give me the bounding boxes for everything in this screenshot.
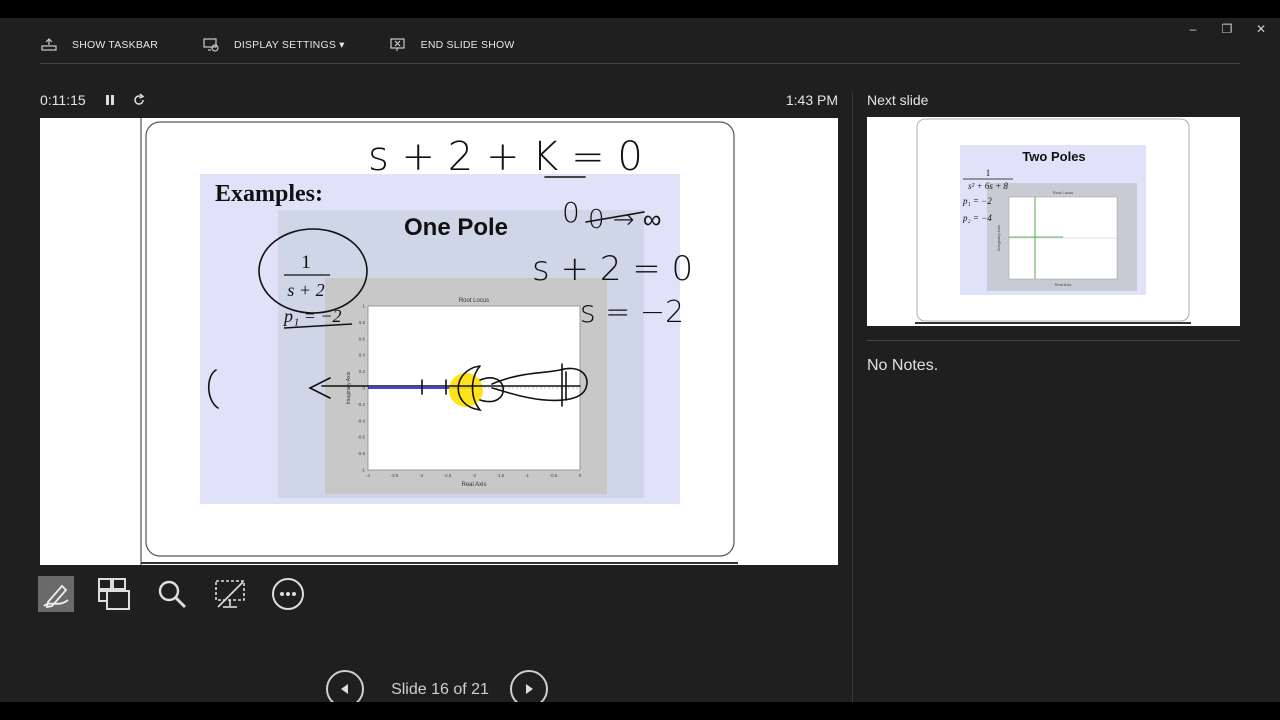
ink-k-denominator: 0 (562, 196, 580, 229)
plot-ylabel: Imaginary Axis (346, 371, 352, 404)
x-tick-label: -1.5 (497, 473, 505, 478)
elapsed-timer: 0:11:15 (40, 92, 86, 108)
x-tick-label: -0.5 (550, 473, 558, 478)
presenter-toolbar: SHOW TASKBAR DISPLAY SETTINGS ▾ END SLID… (40, 36, 558, 54)
restart-icon (134, 93, 145, 105)
next-plot-xlabel: Real Axis (1055, 282, 1072, 287)
display-settings-icon (203, 38, 219, 52)
slide-heading: Examples: (215, 181, 323, 207)
y-tick-label: -0.8 (357, 451, 365, 456)
more-options-button[interactable] (270, 576, 306, 612)
y-tick-label: -0.4 (357, 418, 365, 423)
close-button[interactable]: ✕ (1244, 22, 1278, 36)
previous-arrow-icon (341, 684, 348, 694)
slide-subtitle: One Pole (404, 214, 508, 241)
next-arrow-icon (526, 684, 533, 694)
next-tf-denominator: s² + 6s + 8 (968, 181, 1008, 191)
y-tick-label: 0.4 (359, 353, 366, 358)
toolbar-divider (40, 63, 1240, 64)
see-all-slides-icon (98, 578, 130, 610)
notes-divider (867, 340, 1240, 341)
show-taskbar-button[interactable]: SHOW TASKBAR (40, 38, 158, 52)
see-all-slides-button[interactable] (96, 576, 132, 612)
next-pole-1: p₁ = −2 (962, 196, 992, 206)
end-slide-show-label: END SLIDE SHOW (420, 39, 515, 51)
zoom-icon (158, 580, 187, 609)
current-time: 1:43 PM (785, 92, 838, 108)
next-tf-numerator: 1 (986, 168, 991, 178)
pen-tool-icon (43, 584, 69, 609)
end-slide-show-button[interactable]: END SLIDE SHOW (389, 38, 515, 52)
next-slide-label: Next slide (867, 92, 929, 108)
black-screen-icon (215, 580, 245, 608)
ink-equation-3: s = −2 (580, 295, 684, 330)
zoom-button[interactable] (154, 576, 190, 612)
pane-divider (852, 92, 853, 702)
slide-canvas: Examples: One Pole 1 s + 2 p₁ = −2 Root … (40, 118, 838, 565)
top-black-strip (0, 0, 1280, 18)
ink-equation-2: s + 2 = 0 (532, 249, 693, 289)
next-slide-canvas: Two Poles 1 s² + 6s + 8 p₁ = −2 p₂ = −4 … (867, 117, 1240, 326)
slide-counter[interactable]: Slide 16 of 21 (378, 681, 502, 699)
pointer-highlight (449, 373, 483, 407)
y-tick-label: 0.2 (359, 369, 366, 374)
show-taskbar-label: SHOW TASKBAR (72, 39, 159, 51)
display-settings-button[interactable]: DISPLAY SETTINGS ▾ (202, 38, 345, 52)
speaker-notes[interactable]: No Notes. (867, 357, 938, 375)
plot-x-ticks: -4 -3.5 -3 -2.5 -2 -1.5 -1 -0.5 0 (366, 473, 582, 478)
tf-denominator: s + 2 (287, 280, 324, 300)
taskbar-icon (41, 38, 57, 51)
bottom-black-strip (0, 702, 1280, 720)
pen-tool-button[interactable] (38, 576, 74, 612)
minimize-button[interactable]: – (1176, 22, 1210, 36)
y-tick-label: 0.6 (359, 336, 366, 341)
y-tick-label: -0.6 (357, 435, 365, 440)
next-slide-title: Two Poles (1022, 149, 1085, 164)
y-tick-label: 0.8 (359, 320, 366, 325)
x-tick-label: -4 (366, 473, 370, 478)
x-tick-label: -2 (472, 473, 476, 478)
end-show-icon (390, 38, 405, 51)
y-tick-label: -0.2 (357, 402, 365, 407)
x-tick-label: -2.5 (444, 473, 452, 478)
next-plot-ylabel: Imaginary Axis (996, 225, 1001, 251)
ink-equation-1: s + 2 + K = 0 (368, 134, 643, 180)
ink-k-range: 0 → ∞ (588, 205, 661, 235)
pause-timer-button[interactable] (104, 93, 116, 112)
window-controls: – ❐ ✕ (1176, 22, 1278, 36)
black-screen-button[interactable] (212, 576, 248, 612)
display-settings-label: DISPLAY SETTINGS ▾ (234, 39, 345, 51)
next-plot-title: Root Locus (1053, 190, 1073, 195)
next-slide-thumbnail[interactable]: Two Poles 1 s² + 6s + 8 p₁ = −2 p₂ = −4 … (867, 117, 1240, 326)
restore-button[interactable]: ❐ (1210, 22, 1244, 36)
y-tick-label: -1 (361, 468, 365, 473)
restart-timer-button[interactable] (132, 93, 146, 112)
next-pole-2: p₂ = −4 (962, 213, 992, 223)
pause-icon (106, 95, 114, 105)
x-tick-label: -1 (525, 473, 529, 478)
presenter-tools (38, 576, 328, 612)
plot-title: Root Locus (459, 298, 489, 304)
plot-xlabel: Real Axis (461, 482, 486, 488)
more-options-icon (272, 578, 304, 610)
x-tick-label: -3 (419, 473, 423, 478)
current-slide[interactable]: Examples: One Pole 1 s + 2 p₁ = −2 Root … (40, 118, 838, 565)
x-tick-label: -3.5 (391, 473, 399, 478)
tf-numerator: 1 (301, 252, 311, 273)
